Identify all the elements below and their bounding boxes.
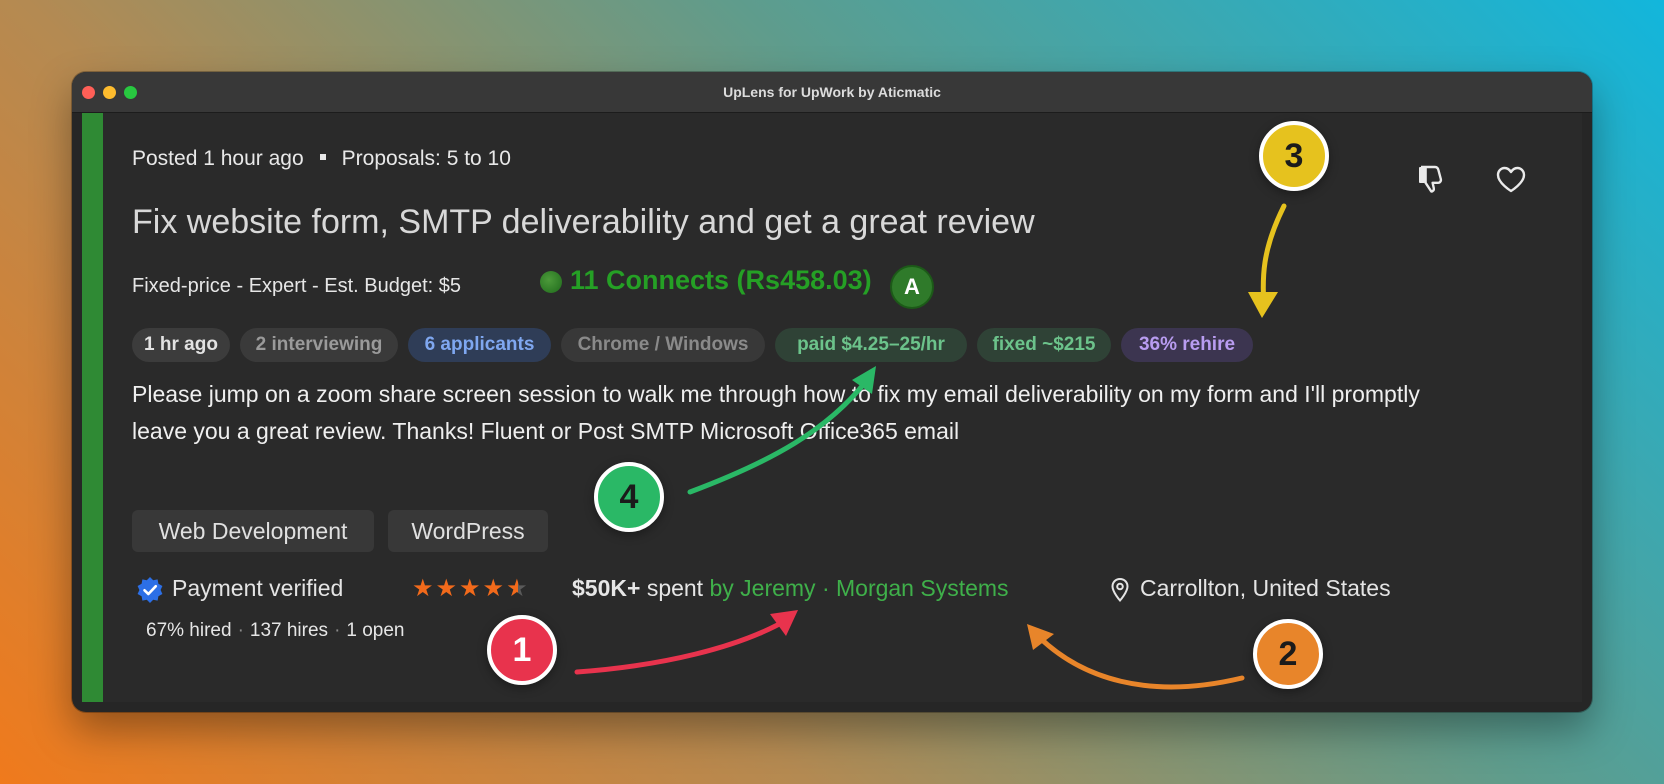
thumbs-down-icon[interactable]	[1414, 162, 1448, 196]
title-bar: UpLens for UpWork by Aticmatic	[72, 72, 1592, 113]
job-card[interactable]: Posted 1 hour ago Proposals: 5 to 10 Fix …	[82, 113, 1582, 702]
chip-paid-range: paid $4.25–25/hr	[775, 328, 967, 362]
chip-interviewing: 2 interviewing	[240, 328, 398, 362]
annotation-badge-3: 3	[1259, 121, 1329, 191]
connects-coin-icon	[540, 271, 562, 293]
chip-applicants: 6 applicants	[408, 328, 551, 362]
annotation-badge-2: 2	[1253, 619, 1323, 689]
open-jobs: 1 open	[346, 620, 405, 641]
map-pin-icon	[1111, 577, 1129, 603]
rating-stars: ★★★★	[412, 575, 507, 602]
client-rating: ★★★★★	[412, 574, 530, 603]
hired-rate: 67% hired	[146, 620, 232, 641]
client-location: Carrollton, United States	[1140, 575, 1391, 601]
chip-fixed-average: fixed ~$215	[977, 328, 1111, 362]
client-spend: $50K+ spent by Jeremy · Morgan Systems	[572, 575, 1009, 602]
annotation-badge-1: 1	[487, 615, 557, 685]
proposals-count: Proposals: 5 to 10	[341, 147, 511, 170]
client-name-link[interactable]: by Jeremy · Morgan Systems	[709, 575, 1008, 601]
connects-cost: 11 Connects (Rs458.03)	[570, 265, 872, 295]
stat-separator: ·	[334, 620, 341, 641]
chip-posted-age: 1 hr ago	[132, 328, 230, 362]
meta-separator	[319, 154, 326, 161]
spent-amount: $50K+	[572, 575, 641, 601]
app-window: UpLens for UpWork by Aticmatic Posted 1 …	[72, 72, 1592, 712]
rating-half-star: ★	[506, 575, 530, 602]
annotation-badge-4: 4	[594, 462, 664, 532]
verified-badge-icon	[137, 577, 163, 603]
stat-separator: ·	[237, 620, 244, 641]
chip-client-platform: Chrome / Windows	[561, 328, 765, 362]
hires-count: 137 hires	[249, 620, 329, 641]
job-budget: Fixed-price - Expert - Est. Budget: $5	[132, 275, 462, 297]
window-title: UpLens for UpWork by Aticmatic	[723, 84, 941, 100]
spent-label: spent	[646, 575, 704, 601]
skill-tag[interactable]: WordPress	[388, 510, 548, 552]
job-title[interactable]: Fix website form, SMTP deliverability an…	[132, 203, 1035, 242]
payment-verified: Payment verified	[172, 575, 344, 601]
job-description: Please jump on a zoom share screen sessi…	[132, 381, 1420, 444]
job-meta: Posted 1 hour ago Proposals: 5 to 10	[132, 147, 511, 171]
posted-time: Posted 1 hour ago	[132, 147, 304, 170]
client-stats: 67% hired · 137 hires · 1 open	[146, 620, 405, 642]
heart-icon[interactable]	[1494, 163, 1528, 197]
grade-badge: A	[890, 265, 934, 309]
chip-rehire-rate: 36% rehire	[1121, 328, 1253, 362]
skill-tag[interactable]: Web Development	[132, 510, 374, 552]
